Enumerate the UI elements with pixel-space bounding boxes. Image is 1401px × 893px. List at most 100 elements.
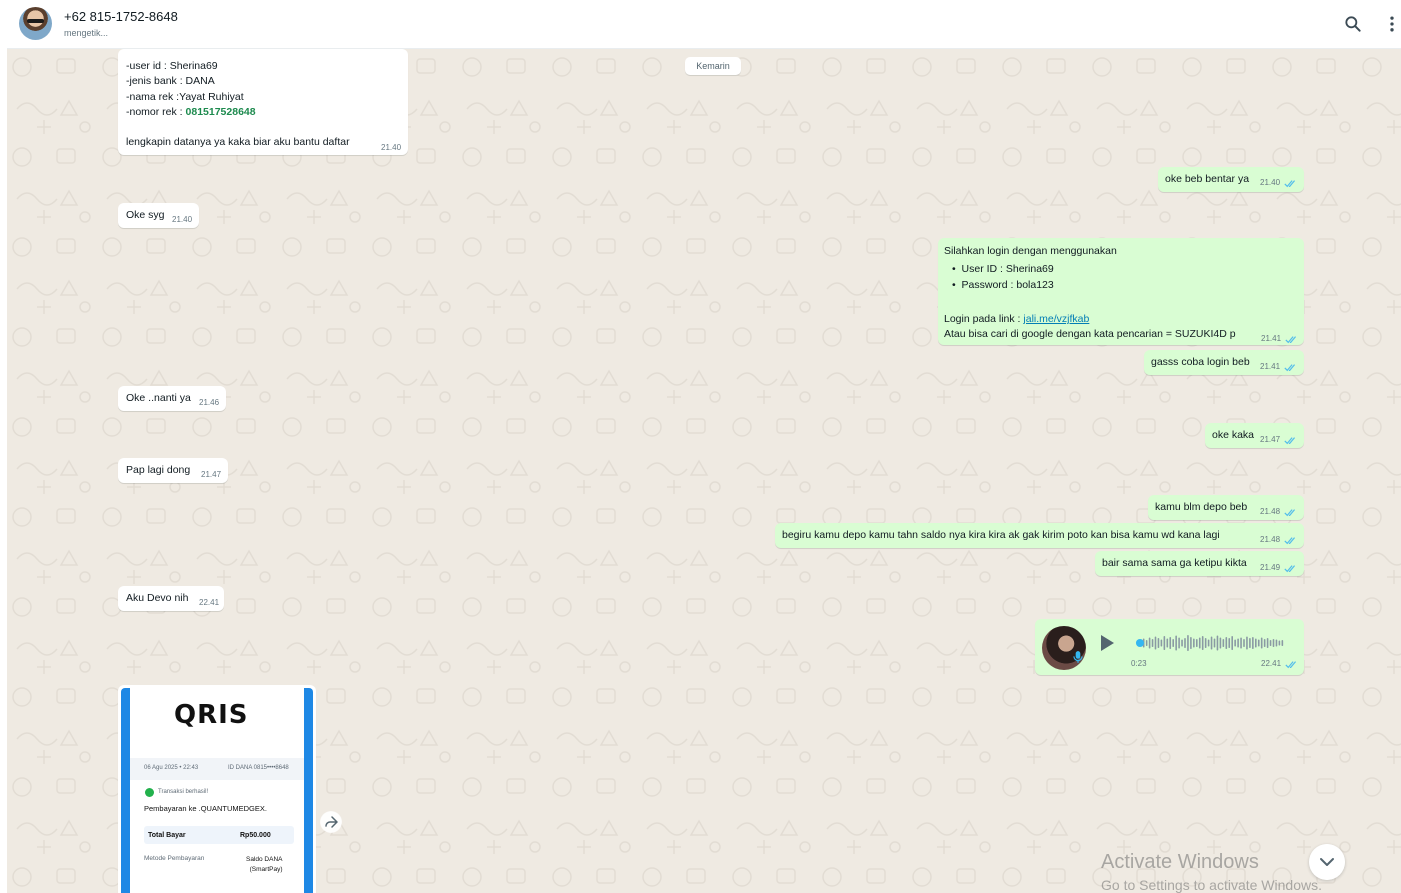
message-bubble-outgoing[interactable]: kamu blm depo beb 21.48 [1148,495,1304,520]
login-link[interactable]: jali.me/vzjfkab [1023,313,1089,325]
double-check-icon [1284,565,1296,573]
message-bullet: • Password : bola123 [952,279,1054,291]
waveform-bar [1175,635,1177,651]
message-text: bair sama sama ga ketipu kikta [1102,557,1247,569]
message-bubble-outgoing[interactable]: begiru kamu depo kamu tahn saldo nya kir… [775,523,1304,548]
chat-area[interactable]: Kemarin -user id : Sherina69 -jenis bank… [7,49,1401,893]
waveform-bar [1163,636,1166,650]
play-icon[interactable] [1101,635,1114,651]
message-time: 21.47 [1260,435,1281,444]
message-time: 21.49 [1260,563,1281,572]
windows-watermark-subtitle: Go to Settings to activate Windows. [1101,877,1322,893]
waveform-bar [1222,639,1225,647]
waveform-bar [1243,639,1245,647]
account-number[interactable]: 081517528648 [186,106,256,118]
waveform-bar [1169,637,1172,649]
receipt-image[interactable]: QRIS 06 Agu 2025 • 22:43 ID DANA 0815•••… [121,688,313,893]
message-line: Login pada link : jali.me/vzjfkab [944,313,1089,325]
waveform-bar [1198,637,1201,649]
message-time: 21.41 [1260,362,1281,371]
receipt-method-label: Metode Pembayaran [144,855,205,862]
receipt-total-value: Rp50.000 [240,832,271,839]
message-text: kamu blm depo beb [1155,501,1248,513]
message-line: -nomor rek : 081517528648 [126,106,256,118]
chevron-down-icon[interactable] [1309,844,1345,880]
playhead-dot[interactable] [1135,639,1144,647]
message-bubble-outgoing[interactable]: oke kaka 21.47 [1205,423,1304,448]
message-bubble-incoming[interactable]: Pap lagi dong 21.47 [118,458,228,483]
qris-logo: QRIS [174,700,249,730]
waveform-bar [1190,637,1192,649]
waveform-bar [1151,639,1154,647]
waveform-bar [1216,635,1219,651]
waveform-bar [1207,639,1210,647]
message-time: 21.40 [381,143,402,152]
message-time: 21.48 [1260,535,1281,544]
forward-icon[interactable] [320,811,342,833]
waveform-bar [1266,638,1269,648]
waveform-bar [1237,638,1239,648]
contact-name[interactable]: +62 815-1752-8648 [64,9,178,24]
waveform-bar [1219,637,1222,649]
waveform-bar [1228,638,1231,648]
message-text: User ID : Sherina69 [961,263,1054,275]
waveform-bar [1234,639,1236,647]
message-time: 22.41 [199,598,220,607]
chat-header: +62 815-1752-8648 mengetik... [7,0,1401,49]
message-bubble-incoming[interactable]: -user id : Sherina69 -jenis bank : DANA … [118,49,408,155]
menu-icon[interactable] [1382,14,1401,34]
waveform-bar [1181,639,1183,647]
receipt-account-id: ID DANA 0815••••8648 [228,765,289,771]
double-check-icon [1285,661,1297,669]
message-line: Silahkan login dengan menggunakan [944,245,1117,257]
double-check-icon [1284,537,1296,545]
message-time: 21.48 [1260,507,1281,516]
message-bubble-outgoing[interactable]: bair sama sama ga ketipu kikta 21.49 [1095,551,1304,576]
message-bubble-outgoing[interactable]: oke beb bentar ya 21.40 [1158,167,1304,192]
message-time: 21.40 [1260,178,1281,187]
receipt-method-line: (SmartPay) [249,866,283,873]
message-bullet: • User ID : Sherina69 [952,263,1054,275]
waveform-bar [1145,640,1148,646]
waveform-bar [1275,639,1278,647]
message-time: 21.41 [1261,334,1282,343]
waveform-bar [1278,640,1281,646]
double-check-icon [1284,364,1296,372]
message-text: Oke syg [126,209,165,221]
mic-icon [1073,651,1083,663]
message-bubble-incoming[interactable]: Oke ..nanti ya 21.46 [118,386,226,411]
message-text: Login pada link : [944,313,1024,325]
double-check-icon [1284,180,1296,188]
message-bubble-incoming[interactable]: Oke syg 21.40 [118,203,199,228]
voice-waveform[interactable] [1133,633,1285,653]
voice-message[interactable]: 0:23 22.41 [1035,619,1304,675]
search-icon[interactable] [1343,14,1363,34]
waveform-bar [1246,636,1248,650]
message-time: 22.41 [1261,659,1282,668]
message-bubble-outgoing[interactable]: gasss coba login beb 21.41 [1144,350,1304,375]
receipt-date: 06 Agu 2025 • 22:43 [144,765,199,771]
waveform-bar [1201,636,1204,650]
message-time: 21.46 [199,398,220,407]
image-message[interactable]: QRIS 06 Agu 2025 • 22:43 ID DANA 0815•••… [118,685,316,893]
voice-duration: 0:23 [1131,659,1147,668]
message-time: 21.40 [172,215,193,224]
waveform-bar [1172,639,1174,647]
waveform-bar [1257,639,1260,647]
waveform-bar [1249,638,1251,648]
message-bubble-incoming[interactable]: Aku Devo nih 22.41 [118,586,224,611]
waveform-bar [1231,636,1233,650]
receipt-status: Transaksi berhasil! [158,789,209,795]
message-line: -jenis bank : DANA [126,75,215,87]
receipt-method-line: Saldo DANA [246,856,283,863]
message-text: begiru kamu depo kamu tahn saldo nya kir… [782,529,1220,541]
waveform-bar [1240,637,1242,649]
waveform-bar [1272,639,1275,647]
waveform-bar [1255,638,1257,648]
message-bubble-outgoing[interactable]: Silahkan login dengan menggunakan • User… [938,238,1304,345]
receipt-payee: Pembayaran ke .QUANTUMEDGEX. [144,804,267,813]
contact-avatar[interactable] [19,7,52,40]
double-check-icon [1284,509,1296,517]
message-text: Password : bola123 [961,279,1054,291]
waveform-bar [1196,639,1198,647]
